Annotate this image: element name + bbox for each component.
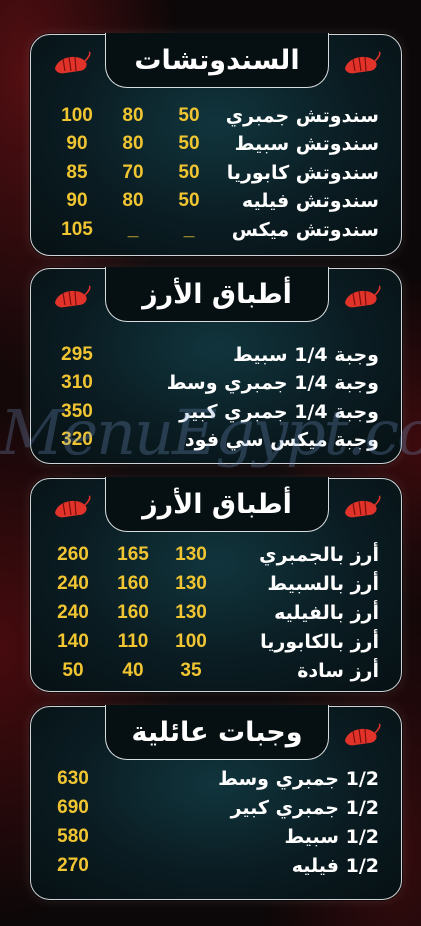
price-medium: 80 — [122, 133, 144, 154]
price-small: _ — [183, 219, 195, 240]
price-large: 105 — [61, 219, 93, 240]
item-name: وجبة 1/4 سبيط — [233, 344, 379, 366]
section-title: أطباق الأرز — [142, 278, 292, 310]
menu-row: أرز سادة 35 40 50 — [31, 657, 401, 685]
menu-row: 1/2 جمبري كبير 690 — [31, 794, 401, 822]
price-medium: 40 — [122, 660, 144, 681]
price-large: 50 — [62, 660, 84, 681]
section-rice-plates: أطباق الأرز أرز بالجمبري 130 165 260 أرز… — [30, 477, 402, 692]
shrimp-icon — [345, 285, 381, 308]
shrimp-icon — [55, 495, 91, 518]
item-name: أرز سادة — [297, 660, 379, 682]
item-name: أرز بالسبيط — [267, 573, 379, 595]
price-small: 50 — [178, 105, 200, 126]
shrimp-icon — [345, 51, 381, 74]
shrimp-icon — [55, 51, 91, 74]
menu-row: 1/2 فيليه 270 — [31, 852, 401, 880]
price-small: 50 — [178, 162, 200, 183]
price-small: 130 — [175, 544, 207, 565]
item-name: 1/2 فيليه — [291, 855, 379, 877]
item-name: وجبة ميكس سي فود — [184, 429, 379, 451]
menu-row: أرز بالجمبري 130 165 260 — [31, 541, 401, 569]
price-small: 130 — [175, 573, 207, 594]
price-small: 50 — [178, 133, 200, 154]
section-header: وجبات عائلية — [105, 705, 329, 760]
item-name: سندوتش كابوريا — [226, 162, 379, 184]
menu-row: وجبة ميكس سي فود 320 — [31, 426, 401, 454]
price-medium: 160 — [117, 573, 149, 594]
price-large: 85 — [66, 162, 88, 183]
item-name: 1/2 جمبري وسط — [218, 768, 379, 790]
section-title: أطباق الأرز — [142, 488, 292, 520]
price-medium: 110 — [117, 631, 149, 652]
item-name: أرز بالكابوريا — [260, 631, 379, 653]
section-header: أطباق الأرز — [105, 477, 329, 532]
price-large: 240 — [57, 573, 89, 594]
price: 350 — [61, 401, 93, 422]
menu-row: سندوتش سبيط 50 80 90 — [31, 130, 401, 158]
price-medium: 70 — [122, 162, 144, 183]
menu-row: سندوتش جمبري 50 80 100 — [31, 102, 401, 130]
item-name: 1/2 جمبري كبير — [230, 797, 379, 819]
section-title: وجبات عائلية — [131, 716, 303, 748]
price-large: 90 — [66, 190, 88, 211]
menu-row: 1/2 سبيط 580 — [31, 823, 401, 851]
menu-row: سندوتش فيليه 50 80 90 — [31, 187, 401, 215]
price-large: 90 — [66, 133, 88, 154]
menu-row: سندوتش ميكس _ _ 105 — [31, 216, 401, 244]
menu-row: 1/2 جمبري وسط 630 — [31, 765, 401, 793]
price-medium: 160 — [117, 602, 149, 623]
item-name: سندوتش ميكس — [231, 219, 379, 241]
shrimp-icon — [345, 495, 381, 518]
item-name: سندوتش سبيط — [234, 133, 379, 155]
price: 295 — [61, 344, 93, 365]
section-rice-meals: أطباق الأرز وجبة 1/4 سبيط 295 وجبة 1/4 ج… — [30, 267, 402, 464]
item-name: سندوتش جمبري — [225, 105, 379, 127]
price-small: 50 — [178, 190, 200, 211]
menu-row: وجبة 1/4 سبيط 295 — [31, 341, 401, 369]
price-medium: 165 — [117, 544, 149, 565]
price: 580 — [57, 826, 89, 847]
item-name: أرز بالفيليه — [274, 602, 379, 624]
price-large: 100 — [61, 105, 93, 126]
menu-row: سندوتش كابوريا 50 70 85 — [31, 159, 401, 187]
price: 270 — [57, 855, 89, 876]
item-name: سندوتش فيليه — [241, 190, 379, 212]
price-small: 130 — [175, 602, 207, 623]
menu-row: أرز بالفيليه 130 160 240 — [31, 599, 401, 627]
item-name: 1/2 سبيط — [284, 826, 379, 848]
item-name: وجبة 1/4 جمبري وسط — [166, 372, 379, 394]
section-family-meals: وجبات عائلية 1/2 جمبري وسط 630 1/2 جمبري… — [30, 705, 402, 900]
price: 320 — [61, 429, 93, 450]
price-medium: 80 — [122, 105, 144, 126]
price-medium: _ — [127, 219, 139, 240]
price-large: 260 — [57, 544, 89, 565]
menu-row: وجبة 1/4 جمبري كبير 350 — [31, 398, 401, 426]
section-sandwiches: السندوتشات سندوتش جمبري 50 80 100 سندوتش… — [30, 33, 402, 256]
price-large: 140 — [57, 631, 89, 652]
price-small: 35 — [180, 660, 202, 681]
section-title: السندوتشات — [134, 44, 300, 76]
price: 310 — [61, 372, 93, 393]
menu-row: أرز بالكابوريا 100 110 140 — [31, 628, 401, 656]
price: 690 — [57, 797, 89, 818]
price-small: 100 — [175, 631, 207, 652]
shrimp-icon — [345, 723, 381, 746]
shrimp-icon — [55, 285, 91, 308]
item-name: وجبة 1/4 جمبري كبير — [179, 401, 379, 423]
section-header: أطباق الأرز — [105, 267, 329, 322]
menu-row: أرز بالسبيط 130 160 240 — [31, 570, 401, 598]
price-large: 240 — [57, 602, 89, 623]
menu-row: وجبة 1/4 جمبري وسط 310 — [31, 369, 401, 397]
price: 630 — [57, 768, 89, 789]
item-name: أرز بالجمبري — [259, 544, 379, 566]
price-medium: 80 — [122, 190, 144, 211]
section-header: السندوتشات — [105, 33, 329, 88]
